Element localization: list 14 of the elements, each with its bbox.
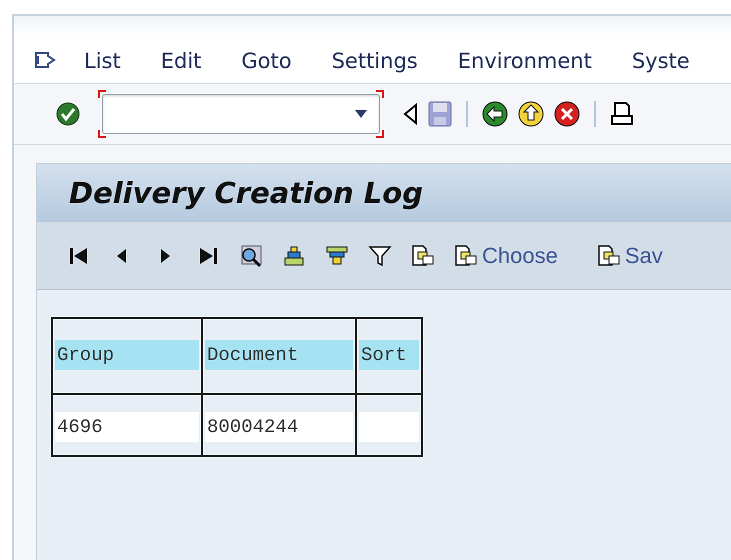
toolbar-button[interactable]: Sav	[596, 242, 663, 268]
menu-item[interactable]: Edit	[160, 49, 202, 73]
toolbar-button[interactable]: Choose	[454, 242, 558, 268]
column-header: Document	[205, 340, 353, 370]
table-cell: 80004244	[205, 412, 353, 442]
screen-title: Delivery Creation Log	[69, 176, 423, 210]
menu-item[interactable]: Syste	[632, 49, 690, 73]
menu-item[interactable]: Settings	[332, 49, 418, 73]
column-header: Group	[55, 340, 199, 370]
menu-item[interactable]: Environment	[458, 49, 592, 73]
menu-item[interactable]: Goto	[241, 49, 292, 73]
menu-item[interactable]: List	[84, 49, 121, 73]
column-header: Sort	[359, 340, 419, 370]
table-cell: 4696	[55, 412, 199, 442]
